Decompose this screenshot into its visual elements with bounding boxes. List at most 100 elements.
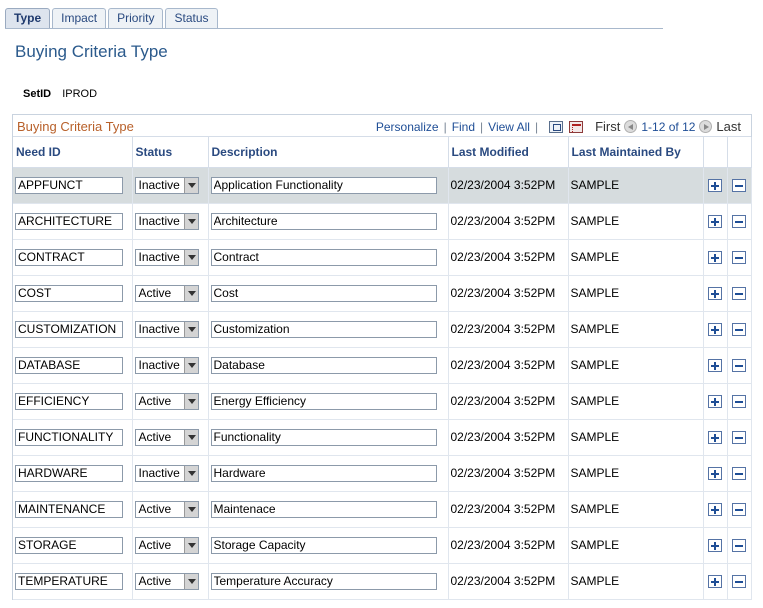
personalize-link[interactable]: Personalize xyxy=(376,120,439,134)
column-header-last-modified[interactable]: Last Modified xyxy=(448,137,569,168)
delete-row-icon[interactable] xyxy=(732,431,746,445)
download-to-excel-icon[interactable] xyxy=(569,120,584,133)
last-modified-cell: 02/23/2004 3:52PM xyxy=(448,491,569,528)
delete-row-icon[interactable] xyxy=(732,575,746,589)
delete-row-icon[interactable] xyxy=(732,359,746,373)
tab-type[interactable]: Type xyxy=(5,8,51,29)
status-select[interactable]: Inactive xyxy=(134,248,199,266)
next-arrow-icon[interactable] xyxy=(699,120,713,133)
chevron-down-icon[interactable] xyxy=(183,213,198,229)
delete-row-icon[interactable] xyxy=(732,539,746,553)
need-id-input[interactable] xyxy=(15,428,123,446)
description-input[interactable] xyxy=(210,572,437,590)
description-input[interactable] xyxy=(210,248,437,266)
description-input[interactable] xyxy=(210,356,437,374)
description-input[interactable] xyxy=(210,284,437,302)
description-input[interactable] xyxy=(210,320,437,338)
chevron-down-icon[interactable] xyxy=(183,285,198,301)
status-select[interactable]: Inactive xyxy=(134,356,199,374)
column-header-status[interactable]: Status xyxy=(132,137,209,168)
delete-row-icon[interactable] xyxy=(732,251,746,265)
add-row-icon[interactable] xyxy=(708,251,722,265)
delete-cell xyxy=(727,167,752,204)
description-input[interactable] xyxy=(210,500,437,518)
chevron-down-icon[interactable] xyxy=(183,537,198,553)
description-input[interactable] xyxy=(210,392,437,410)
need-id-cell xyxy=(13,563,133,600)
status-select[interactable]: Active xyxy=(134,428,199,446)
tab-priority[interactable]: Priority xyxy=(108,8,164,29)
need-id-input[interactable] xyxy=(15,536,123,554)
delete-row-icon[interactable] xyxy=(732,179,746,193)
add-row-icon[interactable] xyxy=(708,395,722,409)
status-select[interactable]: Inactive xyxy=(134,320,199,338)
delete-cell xyxy=(727,419,752,456)
add-row-icon[interactable] xyxy=(708,287,722,301)
add-row-icon[interactable] xyxy=(708,431,722,445)
last-label[interactable]: Last xyxy=(716,119,741,134)
delete-row-icon[interactable] xyxy=(732,467,746,481)
chevron-down-icon[interactable] xyxy=(183,501,198,517)
tab-status[interactable]: Status xyxy=(165,8,218,29)
need-id-input[interactable] xyxy=(15,248,123,266)
need-id-input[interactable] xyxy=(15,572,123,590)
last-modified-cell: 02/23/2004 3:52PM xyxy=(448,167,569,204)
status-select[interactable]: Active xyxy=(134,284,199,302)
delete-row-icon[interactable] xyxy=(732,215,746,229)
delete-row-icon[interactable] xyxy=(732,287,746,301)
add-row-icon[interactable] xyxy=(708,467,722,481)
tab-impact[interactable]: Impact xyxy=(52,8,107,29)
need-id-input[interactable] xyxy=(15,392,123,410)
view-all-link[interactable]: View All xyxy=(488,120,530,134)
delete-cell xyxy=(727,311,752,348)
chevron-down-icon[interactable] xyxy=(183,249,198,265)
chevron-down-icon[interactable] xyxy=(183,357,198,373)
status-select[interactable]: Active xyxy=(134,392,199,410)
need-id-input[interactable] xyxy=(15,284,123,302)
description-input[interactable] xyxy=(210,212,437,230)
status-select[interactable]: Inactive xyxy=(134,176,199,194)
chevron-down-icon[interactable] xyxy=(183,177,198,193)
need-id-input[interactable] xyxy=(15,320,123,338)
need-id-input[interactable] xyxy=(15,500,123,518)
chevron-down-icon[interactable] xyxy=(183,429,198,445)
column-header-need-id[interactable]: Need ID xyxy=(13,137,133,168)
description-input[interactable] xyxy=(210,176,437,194)
add-row-icon[interactable] xyxy=(708,179,722,193)
status-select[interactable]: Active xyxy=(134,500,199,518)
chevron-down-icon[interactable] xyxy=(183,465,198,481)
column-header-description[interactable]: Description xyxy=(208,137,449,168)
add-row-icon[interactable] xyxy=(708,323,722,337)
column-header-delete xyxy=(727,137,752,168)
previous-arrow-icon[interactable] xyxy=(624,120,638,133)
status-select[interactable]: Inactive xyxy=(134,464,199,482)
delete-row-icon[interactable] xyxy=(732,395,746,409)
add-row-icon[interactable] xyxy=(708,359,722,373)
chevron-down-icon[interactable] xyxy=(183,393,198,409)
column-header-last-maintained-by[interactable]: Last Maintained By xyxy=(568,137,704,168)
add-row-icon[interactable] xyxy=(708,539,722,553)
last-modified-cell: 02/23/2004 3:52PM xyxy=(448,563,569,600)
add-row-icon[interactable] xyxy=(708,503,722,517)
add-row-icon[interactable] xyxy=(708,215,722,229)
need-id-input[interactable] xyxy=(15,212,123,230)
need-id-input[interactable] xyxy=(15,464,123,482)
status-select[interactable]: Active xyxy=(134,572,199,590)
status-select[interactable]: Active xyxy=(134,536,199,554)
chevron-down-icon[interactable] xyxy=(183,321,198,337)
chevron-down-icon[interactable] xyxy=(183,573,198,589)
delete-row-icon[interactable] xyxy=(732,323,746,337)
delete-row-icon[interactable] xyxy=(732,503,746,517)
add-row-icon[interactable] xyxy=(708,575,722,589)
description-input[interactable] xyxy=(210,464,437,482)
find-link[interactable]: Find xyxy=(452,120,475,134)
zoom-grid-icon[interactable] xyxy=(549,120,564,133)
need-id-input[interactable] xyxy=(15,176,123,194)
first-label[interactable]: First xyxy=(595,119,620,134)
status-select[interactable]: Inactive xyxy=(134,212,199,230)
description-input[interactable] xyxy=(210,536,437,554)
description-input[interactable] xyxy=(210,428,437,446)
need-id-input[interactable] xyxy=(15,356,123,374)
add-cell xyxy=(703,347,728,384)
table-row: Inactive 02/23/2004 3:52PMSAMPLE xyxy=(13,347,752,384)
